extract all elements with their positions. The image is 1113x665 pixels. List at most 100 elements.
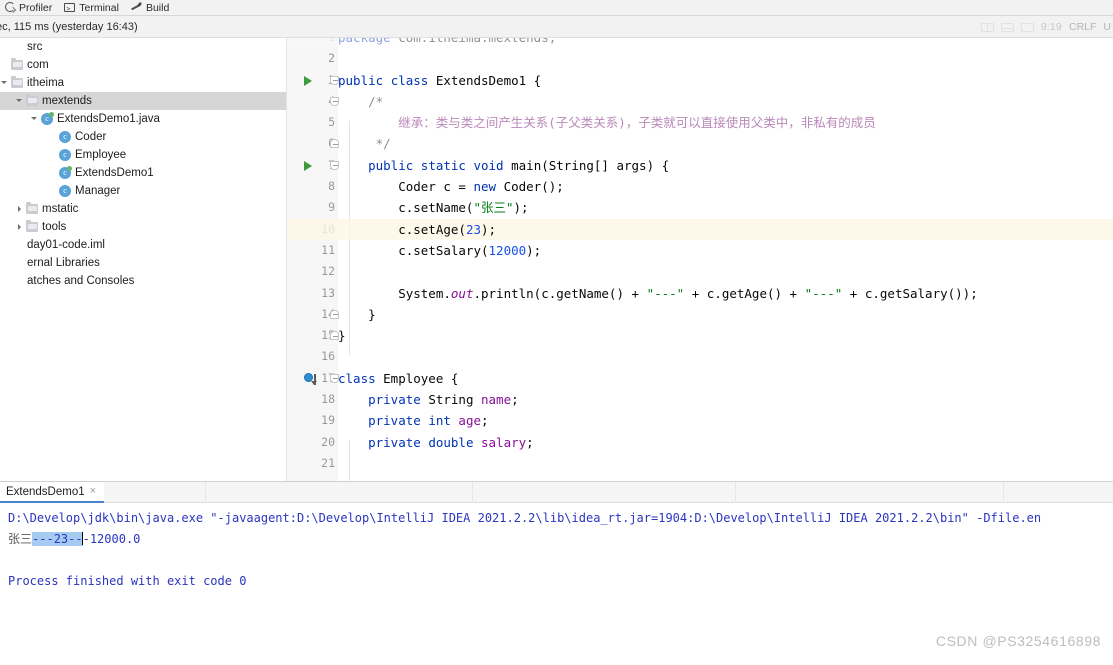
console-output[interactable]: D:\Develop\jdk\bin\java.exe "-javaagent:…	[0, 504, 1113, 644]
gutter-row[interactable]: 11	[287, 240, 338, 261]
chevron-down-icon[interactable]	[15, 97, 24, 106]
code-line[interactable]: c.setSalary(12000);	[338, 240, 1113, 261]
code-line[interactable]: public static void main(String[] args) {	[338, 155, 1113, 176]
gutter-row[interactable]: 7	[287, 155, 339, 176]
code-line[interactable]	[338, 48, 1113, 69]
run-tab-extendsdemo1[interactable]: ExtendsDemo1 ×	[0, 482, 105, 503]
code-token: */	[338, 136, 391, 152]
tree-item-coder[interactable]: c Coder	[0, 128, 286, 146]
console-line[interactable]: Process finished with exit code 0	[0, 571, 1113, 592]
code-line[interactable]: public class ExtendsDemo1 {	[338, 70, 1113, 91]
code-line[interactable]: c.setAge(23);	[287, 218, 1113, 240]
editor-code-area[interactable]: package com.itheima.mextends;public clas…	[287, 38, 1113, 481]
code-line[interactable]: private int age;	[338, 410, 1113, 431]
console-line[interactable]: D:\Develop\jdk\bin\java.exe "-javaagent:…	[0, 508, 1113, 529]
tree-item-label: com	[27, 59, 49, 71]
code-line[interactable]: 继承：类与类之间产生关系(子父类关系)，子类就可以直接使用父类中，非私有的成员	[338, 112, 1113, 133]
console-text: D:\Develop\jdk\bin\java.exe "-javaagent:…	[8, 511, 1042, 525]
tree-item-src[interactable]: src	[0, 38, 286, 56]
toolwindow-button-terminal[interactable]: Terminal	[60, 0, 127, 17]
code-line[interactable]	[338, 261, 1113, 282]
run-gutter-icon[interactable]	[304, 160, 312, 171]
tree-item-mextends[interactable]: mextends	[0, 92, 286, 110]
gutter-row[interactable]: 18	[287, 389, 338, 410]
tree-item-ernal-libraries[interactable]: ernal Libraries	[0, 254, 286, 272]
tree-item-tools[interactable]: tools	[0, 218, 286, 236]
chevron-down-icon[interactable]	[30, 115, 39, 124]
gutter-row[interactable]: 20	[287, 432, 338, 453]
console-line[interactable]	[0, 550, 1113, 571]
tree-item-atches-and-consoles[interactable]: atches and Consoles	[0, 272, 286, 290]
close-icon[interactable]: ×	[90, 486, 96, 497]
gutter-row[interactable]: 17	[287, 368, 339, 389]
run-gutter-icon[interactable]	[304, 75, 312, 86]
caret-position[interactable]: 9:19	[1041, 21, 1062, 33]
tree-item-itheima[interactable]: itheima	[0, 74, 286, 92]
tree-item-extendsdemo1[interactable]: c ExtendsDemo1	[0, 164, 286, 182]
layout-right-icon[interactable]	[1020, 22, 1034, 32]
code-token: name	[481, 392, 512, 408]
code-line[interactable]: */	[338, 133, 1113, 154]
gutter-row[interactable]: 8	[287, 176, 338, 197]
code-line[interactable]: /*	[338, 91, 1113, 112]
gutter-row[interactable]: 9	[287, 197, 338, 218]
tree-item-day01-code-iml[interactable]: day01-code.iml	[0, 236, 286, 254]
chevron-right-icon[interactable]	[15, 205, 24, 214]
code-line[interactable]: class Employee {	[338, 368, 1113, 389]
gutter-row[interactable]: 21	[287, 453, 338, 474]
gutter-row[interactable]: 13	[287, 283, 338, 304]
code-line[interactable]: System.out.println(c.getName() + "---" +…	[338, 283, 1113, 304]
code-line[interactable]	[338, 453, 1113, 474]
tree-item-label: ernal Libraries	[27, 257, 100, 269]
code-line[interactable]: private String name;	[338, 389, 1113, 410]
code-line[interactable]: }	[338, 304, 1113, 325]
code-line[interactable]: c.setName("张三");	[338, 197, 1113, 218]
code-token: c.setName(	[338, 200, 474, 216]
gutter-row[interactable]: 5	[287, 112, 338, 133]
project-tool-window[interactable]: src com itheima mextends c ExtendsDemo1.java c…	[0, 38, 286, 481]
code-editor[interactable]: 123456789101112131415161718192021 packag…	[287, 38, 1113, 481]
tree-item-manager[interactable]: c Manager	[0, 182, 286, 200]
code-token: public	[338, 72, 391, 88]
file-encoding[interactable]: U	[1103, 21, 1111, 33]
code-token: );	[513, 200, 529, 216]
gutter-row[interactable]: 19	[287, 410, 338, 431]
editor-gutter[interactable]: 123456789101112131415161718192021	[287, 38, 339, 481]
code-line[interactable]	[338, 346, 1113, 367]
code-token: class	[338, 370, 384, 386]
run-tab-strip[interactable]: ExtendsDemo1 ×	[0, 482, 1113, 503]
tree-item-extendsdemo1-java[interactable]: c ExtendsDemo1.java	[0, 110, 286, 128]
console-text: 张三	[8, 532, 33, 546]
chevron-down-icon[interactable]	[0, 79, 9, 88]
tree-item-mstatic[interactable]: mstatic	[0, 200, 286, 218]
toolwindow-button-profiler[interactable]: Profiler	[0, 0, 60, 16]
gutter-row[interactable]: 3	[287, 70, 339, 91]
tree-item-com[interactable]: com	[0, 56, 286, 74]
code-line[interactable]: }	[338, 325, 1113, 346]
gutter-row[interactable]: 14	[287, 304, 339, 325]
code-token: 12000	[488, 242, 527, 258]
code-line[interactable]: Coder c = new Coder();	[338, 176, 1113, 197]
line-separator[interactable]: CRLF	[1069, 21, 1096, 33]
gutter-row[interactable]: 16	[287, 346, 338, 367]
tree-item-label: Coder	[75, 131, 107, 143]
gutter-row[interactable]: 4	[287, 91, 339, 112]
gutter-row[interactable]: 6	[287, 133, 339, 154]
code-line[interactable]: private double salary;	[338, 432, 1113, 453]
console-text: Process finished with exit code 0	[8, 574, 247, 588]
tree-item-label: mstatic	[42, 203, 79, 215]
line-number: 9	[328, 200, 335, 215]
console-line[interactable]: 张三---23---12000.0	[0, 529, 1113, 550]
build-status-text: ec, 115 ms (yesterday 16:43)	[0, 20, 138, 33]
gutter-row[interactable]: 12	[287, 261, 338, 282]
layout-split-icon[interactable]	[980, 22, 994, 32]
toolwindow-button-build[interactable]: Build	[127, 0, 177, 16]
code-token: Coder();	[503, 179, 564, 195]
tree-item-employee[interactable]: c Employee	[0, 146, 286, 164]
gutter-row[interactable]: 2	[287, 48, 338, 69]
chevron-right-icon[interactable]	[15, 223, 24, 232]
layout-bottom-icon[interactable]	[1000, 22, 1014, 32]
gutter-row[interactable]: 15	[287, 325, 339, 346]
